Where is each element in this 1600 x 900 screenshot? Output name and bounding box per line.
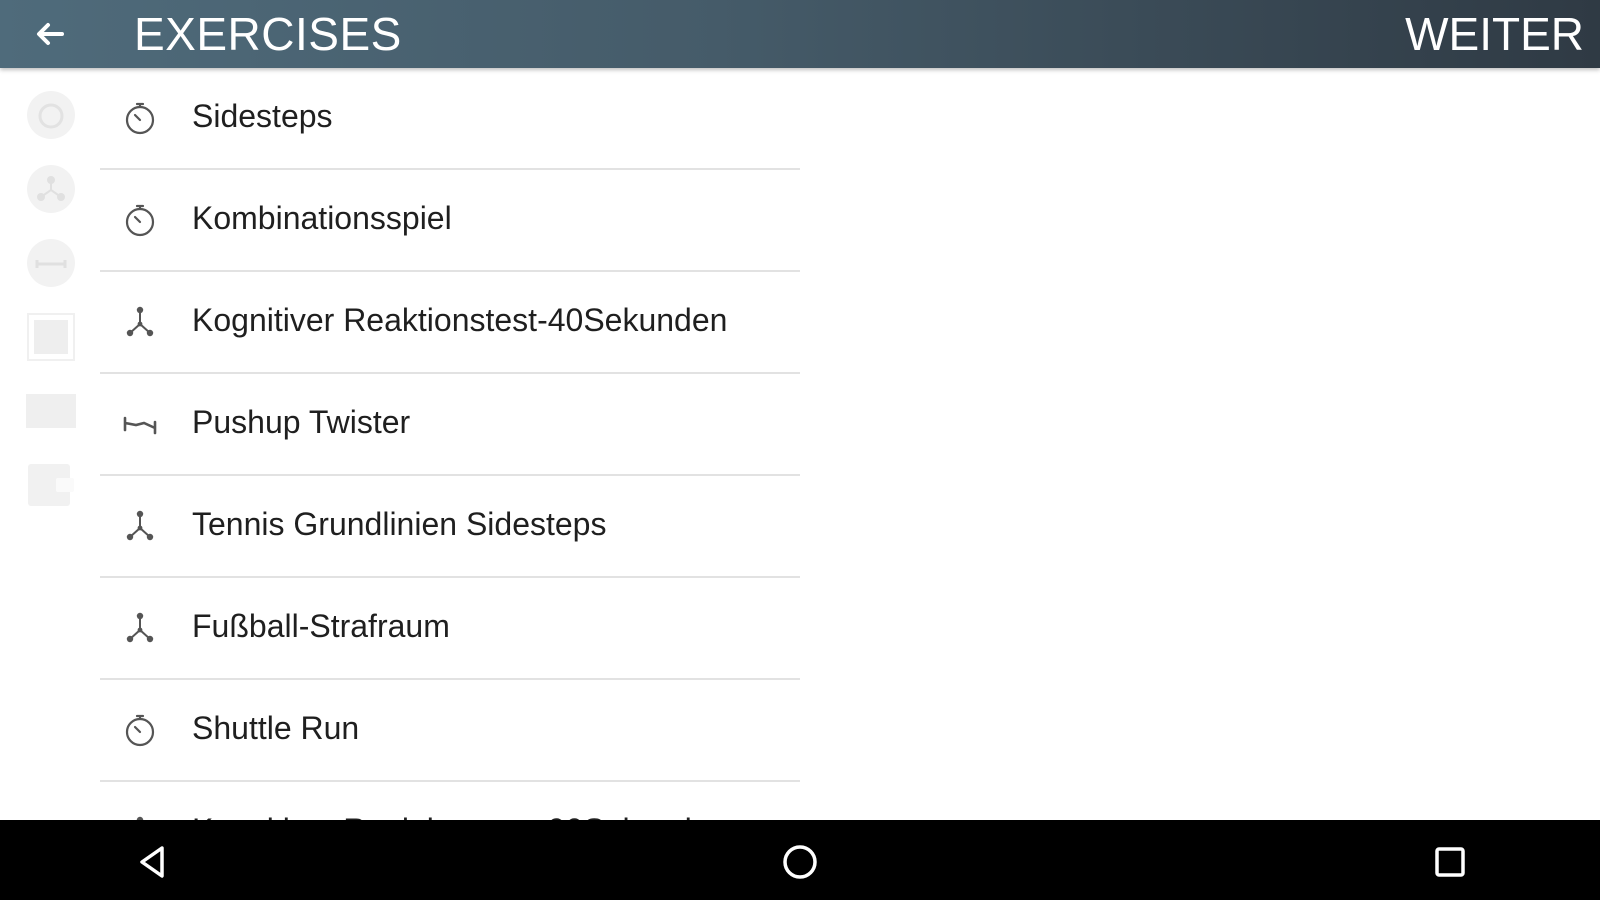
list-item-label: Kognitiver Reaktionstest-90Sekunden [192,812,727,820]
pushup-icon [123,416,157,435]
reaction-nodes-icon[interactable] [26,164,76,214]
list-item[interactable]: Kombinationsspiel [100,170,800,272]
stopwatch-icon [125,204,155,237]
exercise-list: Sidesteps Kombinationsspiel Kognitiver R… [100,68,800,820]
list-item-label: Tennis Grundlinien Sidesteps [192,506,607,542]
stopwatch-icon [125,714,155,747]
reaction-nodes-icon [126,510,154,541]
list-item[interactable]: Tennis Grundlinien Sidesteps [100,476,800,578]
square-icon[interactable] [26,312,76,362]
list-item[interactable]: Fußball-Strafraum [100,578,800,680]
list-item-label: Kombinationsspiel [192,200,452,236]
content-area: Sidesteps Kombinationsspiel Kognitiver R… [0,68,1600,820]
list-item[interactable]: Pushup Twister [100,374,800,476]
back-arrow-icon[interactable] [28,14,72,54]
list-item-label: Pushup Twister [192,404,411,440]
card-icon[interactable] [26,460,76,510]
nav-back-icon[interactable] [130,840,174,884]
reaction-nodes-icon [126,612,154,643]
pushup-icon[interactable] [26,238,76,288]
stopwatch-icon[interactable] [26,90,76,140]
weiter-button[interactable]: WEITER [1405,10,1584,58]
nav-recents-icon[interactable] [1428,840,1472,884]
list-item[interactable]: Kognitiver Reaktionstest-90Sekunden [100,782,800,820]
reaction-nodes-icon [126,306,154,337]
list-item[interactable]: Sidesteps [100,68,800,170]
rectangle-icon[interactable] [26,386,76,436]
list-item-label: Sidesteps [192,98,333,134]
nav-home-icon[interactable] [778,840,822,884]
system-nav-bar [0,820,1600,900]
list-item-label: Shuttle Run [192,710,360,746]
page-title: EXERCISES [134,8,402,60]
list-item-label: Fußball-Strafraum [192,608,450,644]
list-item[interactable]: Shuttle Run [100,680,800,782]
list-item[interactable]: Kognitiver Reaktionstest-40Sekunden [100,272,800,374]
stopwatch-icon [125,102,155,135]
app-bar: EXERCISES WEITER [0,0,1600,68]
list-item-label: Kognitiver Reaktionstest-40Sekunden [192,302,728,338]
